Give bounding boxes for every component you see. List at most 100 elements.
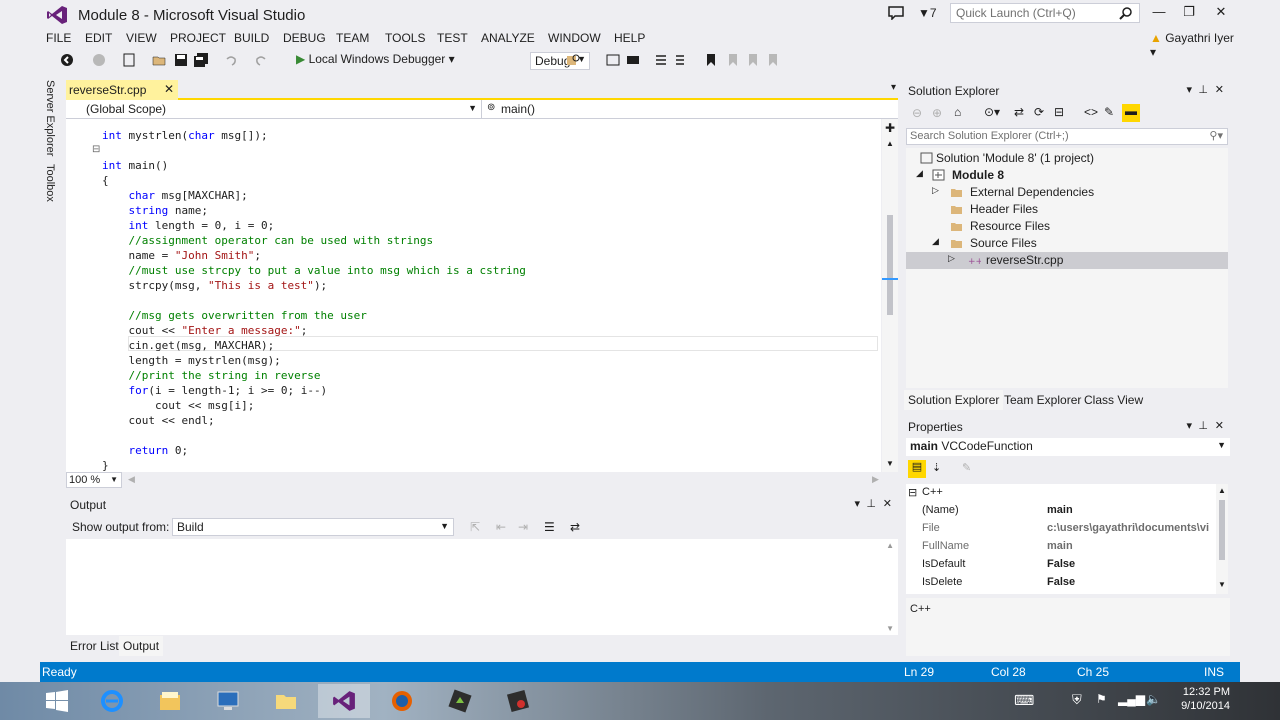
output-source-select[interactable]: Build ▼: [172, 518, 454, 536]
preview-selected-icon[interactable]: ▬: [1122, 104, 1140, 122]
toolbox-tab[interactable]: Toolbox: [44, 164, 56, 202]
word-wrap-icon[interactable]: ⇄: [570, 520, 580, 534]
tree-item-external-dependencies[interactable]: ▷ External Dependencies: [906, 184, 1228, 201]
previous-message-icon[interactable]: ⇤: [496, 520, 506, 534]
taskbar-internet-explorer[interactable]: [86, 684, 138, 718]
sync-icon[interactable]: ⇄: [1014, 105, 1024, 119]
menu-file[interactable]: FILE: [46, 31, 71, 45]
properties-icon[interactable]: [626, 53, 640, 67]
menu-view[interactable]: VIEW: [126, 31, 157, 45]
server-explorer-tab[interactable]: Server Explorer: [44, 80, 56, 156]
property-row[interactable]: IsDefault False: [906, 556, 1218, 574]
output-text-area[interactable]: ▲ ▼: [66, 539, 898, 635]
quick-launch-input[interactable]: Quick Launch (Ctrl+Q): [950, 3, 1140, 23]
restore-button[interactable]: ❐: [1174, 4, 1204, 24]
find-in-files-icon[interactable]: [566, 53, 580, 67]
property-row[interactable]: FullName main: [906, 538, 1218, 556]
clear-all-icon[interactable]: ☰: [544, 520, 555, 534]
collapse-icon[interactable]: ⊟: [92, 144, 100, 155]
tab-error-list[interactable]: Error List: [66, 636, 123, 656]
clear-bookmarks-icon[interactable]: [766, 53, 780, 67]
scroll-up-icon[interactable]: ▲: [1218, 486, 1226, 495]
volume-icon[interactable]: 🔈: [1146, 692, 1161, 706]
collapsed-arrow-icon[interactable]: ▷: [932, 185, 939, 196]
window-options-icon[interactable]: ▾: [1186, 419, 1192, 432]
taskbar-app-green[interactable]: [434, 684, 486, 718]
open-file-icon[interactable]: [152, 53, 166, 67]
taskbar-remote-desktop[interactable]: [202, 684, 254, 718]
next-message-icon[interactable]: ⇥: [518, 520, 528, 534]
next-bookmark-icon[interactable]: [746, 53, 760, 67]
taskbar-file-explorer[interactable]: [144, 684, 196, 718]
save-all-icon[interactable]: [194, 53, 208, 67]
tab-solution-explorer[interactable]: Solution Explorer: [904, 390, 1004, 410]
scroll-up-icon[interactable]: ▲: [886, 139, 894, 148]
clock-time[interactable]: 12:32 PM: [1183, 686, 1230, 698]
tree-item-solution[interactable]: Solution 'Module 8' (1 project): [906, 150, 1228, 167]
expanded-arrow-icon[interactable]: ◢: [916, 168, 923, 179]
start-debugging-button[interactable]: ▶ Local Windows Debugger ▾: [296, 52, 455, 66]
zoom-dropdown[interactable]: 100 % ▼: [66, 472, 122, 488]
tree-item-project[interactable]: ◢ Module 8: [906, 167, 1228, 184]
undo-icon[interactable]: [224, 53, 238, 67]
alphabetical-icon[interactable]: ⇣: [932, 461, 941, 474]
menu-build[interactable]: BUILD: [234, 31, 269, 45]
tree-item-resource-files[interactable]: Resource Files: [906, 218, 1228, 235]
collapse-icon[interactable]: ⊟: [908, 486, 917, 499]
comment-out-icon[interactable]: [654, 53, 668, 67]
property-grid-scrollbar[interactable]: ▲ ▼: [1216, 484, 1228, 594]
bookmark-icon[interactable]: [704, 53, 718, 67]
collapse-all-icon[interactable]: ⊟: [1054, 105, 1064, 119]
find-message-icon[interactable]: ⇱: [470, 520, 480, 534]
menu-analyze[interactable]: ANALYZE: [481, 31, 535, 45]
close-icon[interactable]: ✕: [1215, 83, 1224, 96]
clock-date[interactable]: 9/10/2014: [1181, 700, 1230, 712]
scroll-right-icon[interactable]: ▶: [872, 474, 879, 485]
redo-icon[interactable]: [254, 53, 268, 67]
menu-help[interactable]: HELP: [614, 31, 645, 45]
expanded-arrow-icon[interactable]: ◢: [932, 236, 939, 247]
save-icon[interactable]: [174, 53, 188, 67]
home-icon[interactable]: ⌂: [954, 105, 961, 119]
menu-test[interactable]: TEST: [437, 31, 468, 45]
editor-tab-reversestr[interactable]: reverseStr.cpp ✕: [66, 80, 178, 100]
close-tab-icon[interactable]: ✕: [164, 82, 174, 96]
properties-wrench-icon[interactable]: ✎: [1104, 105, 1114, 119]
collapsed-arrow-icon[interactable]: ▷: [948, 253, 955, 264]
property-pages-icon[interactable]: ✎: [962, 461, 971, 474]
member-dropdown[interactable]: ⊚ main(): [483, 100, 898, 119]
taskbar-folder[interactable]: [260, 684, 312, 718]
menu-edit[interactable]: EDIT: [85, 31, 112, 45]
back-icon[interactable]: ⊖: [912, 106, 922, 120]
tree-item-header-files[interactable]: Header Files: [906, 201, 1228, 218]
code-editor[interactable]: ⊟ int mystrlen(char msg[]); int main() { …: [66, 119, 881, 472]
scroll-up-icon[interactable]: ▲: [886, 541, 894, 550]
scope-dropdown[interactable]: (Global Scope) ▼: [66, 100, 482, 119]
feedback-icon[interactable]: [888, 6, 904, 20]
window-options-icon[interactable]: ▾: [854, 497, 860, 510]
pending-changes-icon[interactable]: ⊙▾: [984, 105, 1000, 119]
flag-icon[interactable]: ⚑: [1096, 692, 1107, 706]
close-icon[interactable]: ✕: [883, 497, 892, 510]
property-row[interactable]: IsDelete False: [906, 574, 1218, 592]
windows-start-icon[interactable]: [46, 690, 68, 712]
pin-icon[interactable]: ⊥: [1198, 83, 1208, 96]
view-code-icon[interactable]: <>: [1084, 105, 1098, 119]
scroll-thumb[interactable]: [1219, 500, 1225, 560]
refresh-icon[interactable]: ⟳: [1034, 105, 1044, 119]
scroll-left-icon[interactable]: ◀: [128, 474, 135, 485]
window-options-icon[interactable]: ▾: [1186, 83, 1192, 96]
menu-window[interactable]: WINDOW: [548, 31, 601, 45]
forward-icon[interactable]: [92, 53, 106, 67]
tree-item-reversestr-cpp[interactable]: ▷ ++ reverseStr.cpp: [906, 252, 1228, 269]
property-row[interactable]: (Name) main: [906, 502, 1218, 520]
menu-tools[interactable]: TOOLS: [385, 31, 425, 45]
split-window-icon[interactable]: ✚: [885, 121, 895, 135]
security-shield-icon[interactable]: ⛨: [1072, 692, 1082, 708]
forward-icon[interactable]: ⊕: [932, 106, 942, 120]
taskbar-app-red[interactable]: [492, 684, 544, 718]
tab-team-explorer[interactable]: Team Explorer: [1000, 390, 1085, 410]
uncomment-icon[interactable]: [672, 53, 686, 67]
network-icon[interactable]: ▂▄▆: [1118, 692, 1145, 706]
menu-team[interactable]: TEAM: [336, 31, 369, 45]
